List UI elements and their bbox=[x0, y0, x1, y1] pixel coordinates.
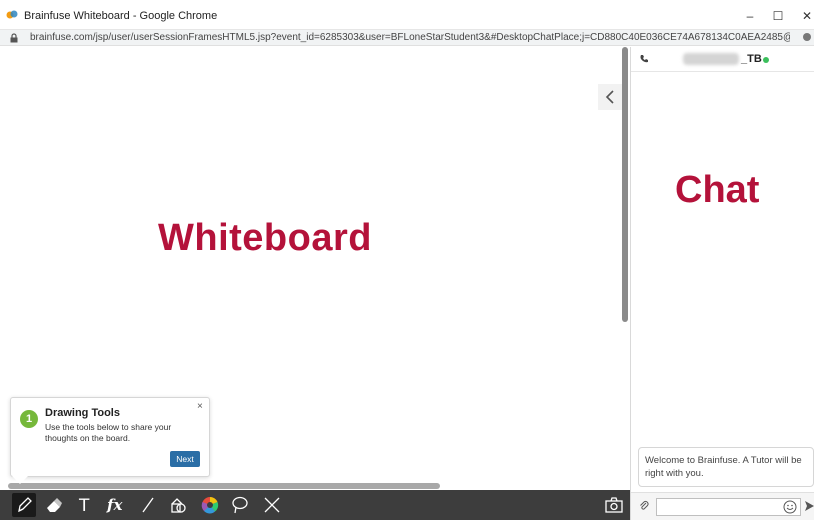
tooltip-close-button[interactable]: × bbox=[197, 401, 207, 413]
lasso-icon bbox=[232, 496, 248, 514]
window-title: Brainfuse Whiteboard - Google Chrome bbox=[24, 10, 218, 22]
eraser-icon bbox=[47, 498, 62, 512]
chat-message-input[interactable] bbox=[656, 498, 801, 516]
camera-icon bbox=[605, 497, 623, 513]
lock-icon bbox=[10, 33, 18, 43]
tooltip-title: Drawing Tools bbox=[45, 407, 120, 419]
window-titlebar: Brainfuse Whiteboard - Google Chrome – ☐… bbox=[0, 0, 814, 30]
eraser-tool[interactable] bbox=[42, 493, 66, 517]
chat-label: Chat bbox=[675, 169, 760, 211]
text-icon: T bbox=[78, 496, 90, 515]
camera-tool[interactable] bbox=[602, 493, 626, 517]
whiteboard-label: Whiteboard bbox=[158, 217, 372, 259]
emoji-icon[interactable] bbox=[783, 500, 797, 514]
pencil-tool[interactable] bbox=[12, 493, 36, 517]
welcome-message: Welcome to Brainfuse. A Tutor will be ri… bbox=[638, 447, 814, 487]
tutor-name-redacted bbox=[683, 53, 739, 65]
chat-input-bar bbox=[631, 492, 814, 520]
clear-tool[interactable] bbox=[260, 493, 284, 517]
url-text[interactable]: brainfuse.com/jsp/user/userSessionFrames… bbox=[30, 32, 790, 43]
step-badge: 1 bbox=[20, 410, 38, 428]
drawing-tools-tooltip: 1 Drawing Tools Use the tools below to s… bbox=[10, 397, 210, 477]
tooltip-arrow bbox=[12, 476, 28, 484]
drawing-toolbar: T fx bbox=[0, 490, 630, 520]
line-tool[interactable] bbox=[136, 493, 160, 517]
tooltip-body: Use the tools below to share your though… bbox=[45, 422, 172, 443]
brainfuse-logo-icon bbox=[6, 10, 18, 19]
shape-icon bbox=[171, 498, 186, 513]
horizontal-scrollbar[interactable] bbox=[8, 483, 440, 489]
line-icon bbox=[142, 497, 154, 513]
color-wheel-icon bbox=[201, 496, 219, 514]
send-icon[interactable] bbox=[804, 500, 814, 512]
chat-panel: _TB Chat Welcome to Brainfuse. A Tutor w… bbox=[630, 47, 814, 520]
clear-icon bbox=[264, 497, 280, 513]
vertical-scrollbar[interactable] bbox=[622, 47, 628, 322]
maximize-button[interactable]: ☐ bbox=[766, 6, 790, 26]
online-status-indicator bbox=[763, 57, 769, 63]
formula-icon: fx bbox=[106, 496, 123, 514]
pencil-icon bbox=[18, 497, 32, 513]
svg-text:T: T bbox=[78, 496, 90, 515]
text-tool[interactable]: T bbox=[74, 493, 98, 517]
next-button[interactable]: Next bbox=[170, 451, 200, 467]
paperclip-icon[interactable] bbox=[639, 500, 649, 512]
color-tool[interactable] bbox=[198, 493, 222, 517]
formula-tool[interactable]: fx bbox=[104, 493, 128, 517]
collapse-chat-button[interactable] bbox=[598, 84, 622, 110]
minimize-button[interactable]: – bbox=[738, 6, 762, 26]
phone-icon[interactable] bbox=[639, 54, 649, 64]
tutor-name-suffix: _TB bbox=[741, 53, 762, 65]
lasso-tool[interactable] bbox=[228, 493, 252, 517]
svg-text:fx: fx bbox=[106, 496, 123, 514]
chat-header: _TB bbox=[631, 47, 814, 72]
address-bar[interactable]: brainfuse.com/jsp/user/userSessionFrames… bbox=[0, 30, 814, 46]
shape-tool[interactable] bbox=[166, 493, 190, 517]
extension-icon[interactable] bbox=[802, 32, 812, 42]
chevron-left-icon bbox=[605, 90, 614, 104]
close-window-button[interactable]: ✕ bbox=[795, 6, 814, 26]
